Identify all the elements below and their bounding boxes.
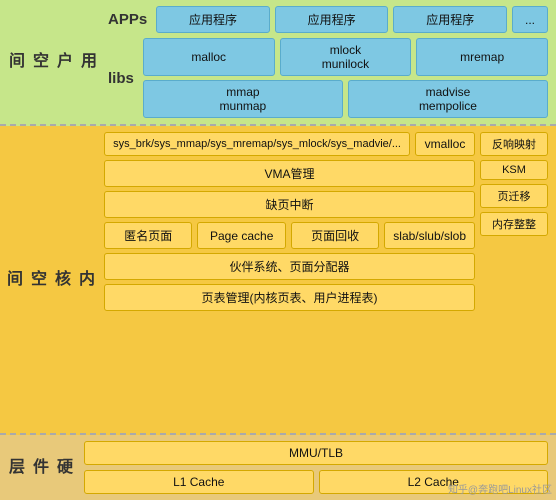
apps-label: APPs [108,6,147,33]
vma-box: VMA管理 [104,160,475,187]
mem-compact-box: 内存整整 [480,212,548,236]
app-box-2: 应用程序 [275,6,389,33]
kernel-space-content: sys_brk/sys_mmap/sys_mremap/sys_mlock/sy… [96,126,556,433]
l1-cache-box: L1 Cache [84,470,314,494]
libs-row2: mmap munmap madvise mempolice [143,80,548,118]
slab-box: slab/slub/slob [384,222,475,249]
kernel-space-layer: 内核空间 sys_brk/sys_mmap/sys_mremap/sys_mlo… [0,126,556,435]
vmalloc-box: vmalloc [415,132,475,156]
mmap-box: mmap munmap [143,80,343,118]
malloc-box: malloc [143,38,275,76]
mremap-box: mremap [416,38,548,76]
mlock-box: mlock munilock [280,38,412,76]
buddy-box: 伙伴系统、页面分配器 [104,253,475,280]
kernel-row4: 匿名页面 Page cache 页面回收 slab/slub/slob [104,222,475,249]
kernel-space-label: 内核空间 [0,126,96,433]
app-box-3: 应用程序 [393,6,507,33]
syscall-box: sys_brk/sys_mmap/sys_mremap/sys_mlock/sy… [104,132,410,156]
anon-pages-box: 匿名页面 [104,222,192,249]
mmu-tlb-box: MMU/TLB [84,441,548,465]
app-box-4: ... [512,6,548,33]
user-space-label: 用户空间 [0,0,100,124]
libs-label: libs [108,38,134,118]
kernel-row1: sys_brk/sys_mmap/sys_mremap/sys_mlock/sy… [104,132,548,311]
page-migrate-box: 页迁移 [480,184,548,208]
libs-row: libs malloc mlock munilock mremap mmap m… [108,38,548,118]
app-box-1: 应用程序 [156,6,270,33]
user-space-content: APPs 应用程序 应用程序 应用程序 ... libs malloc mloc… [100,0,556,124]
libs-row1: malloc mlock munilock mremap [143,38,548,76]
pagefault-box: 缺页中断 [104,191,475,218]
ksm-box: KSM [480,160,548,180]
user-space-layer: 用户空间 APPs 应用程序 应用程序 应用程序 ... libs malloc… [0,0,556,126]
watermark: 知乎@奔跑吧Linux社区 [448,481,552,496]
madvise-box: madvise mempolice [348,80,548,118]
page-cache-box: Page cache [197,222,285,249]
page-reclaim-box: 页面回收 [291,222,379,249]
kernel-right-sidebar: 反响映射 KSM 页迁移 内存整整 [480,132,548,236]
apps-row: APPs 应用程序 应用程序 应用程序 ... [108,6,548,33]
kernel-row1-main: sys_brk/sys_mmap/sys_mremap/sys_mlock/sy… [104,132,475,156]
hardware-label: 硬件层 [0,435,76,500]
reverse-map-box: 反响映射 [480,132,548,156]
pagetable-box: 页表管理(内核页表、用户进程表) [104,284,475,311]
